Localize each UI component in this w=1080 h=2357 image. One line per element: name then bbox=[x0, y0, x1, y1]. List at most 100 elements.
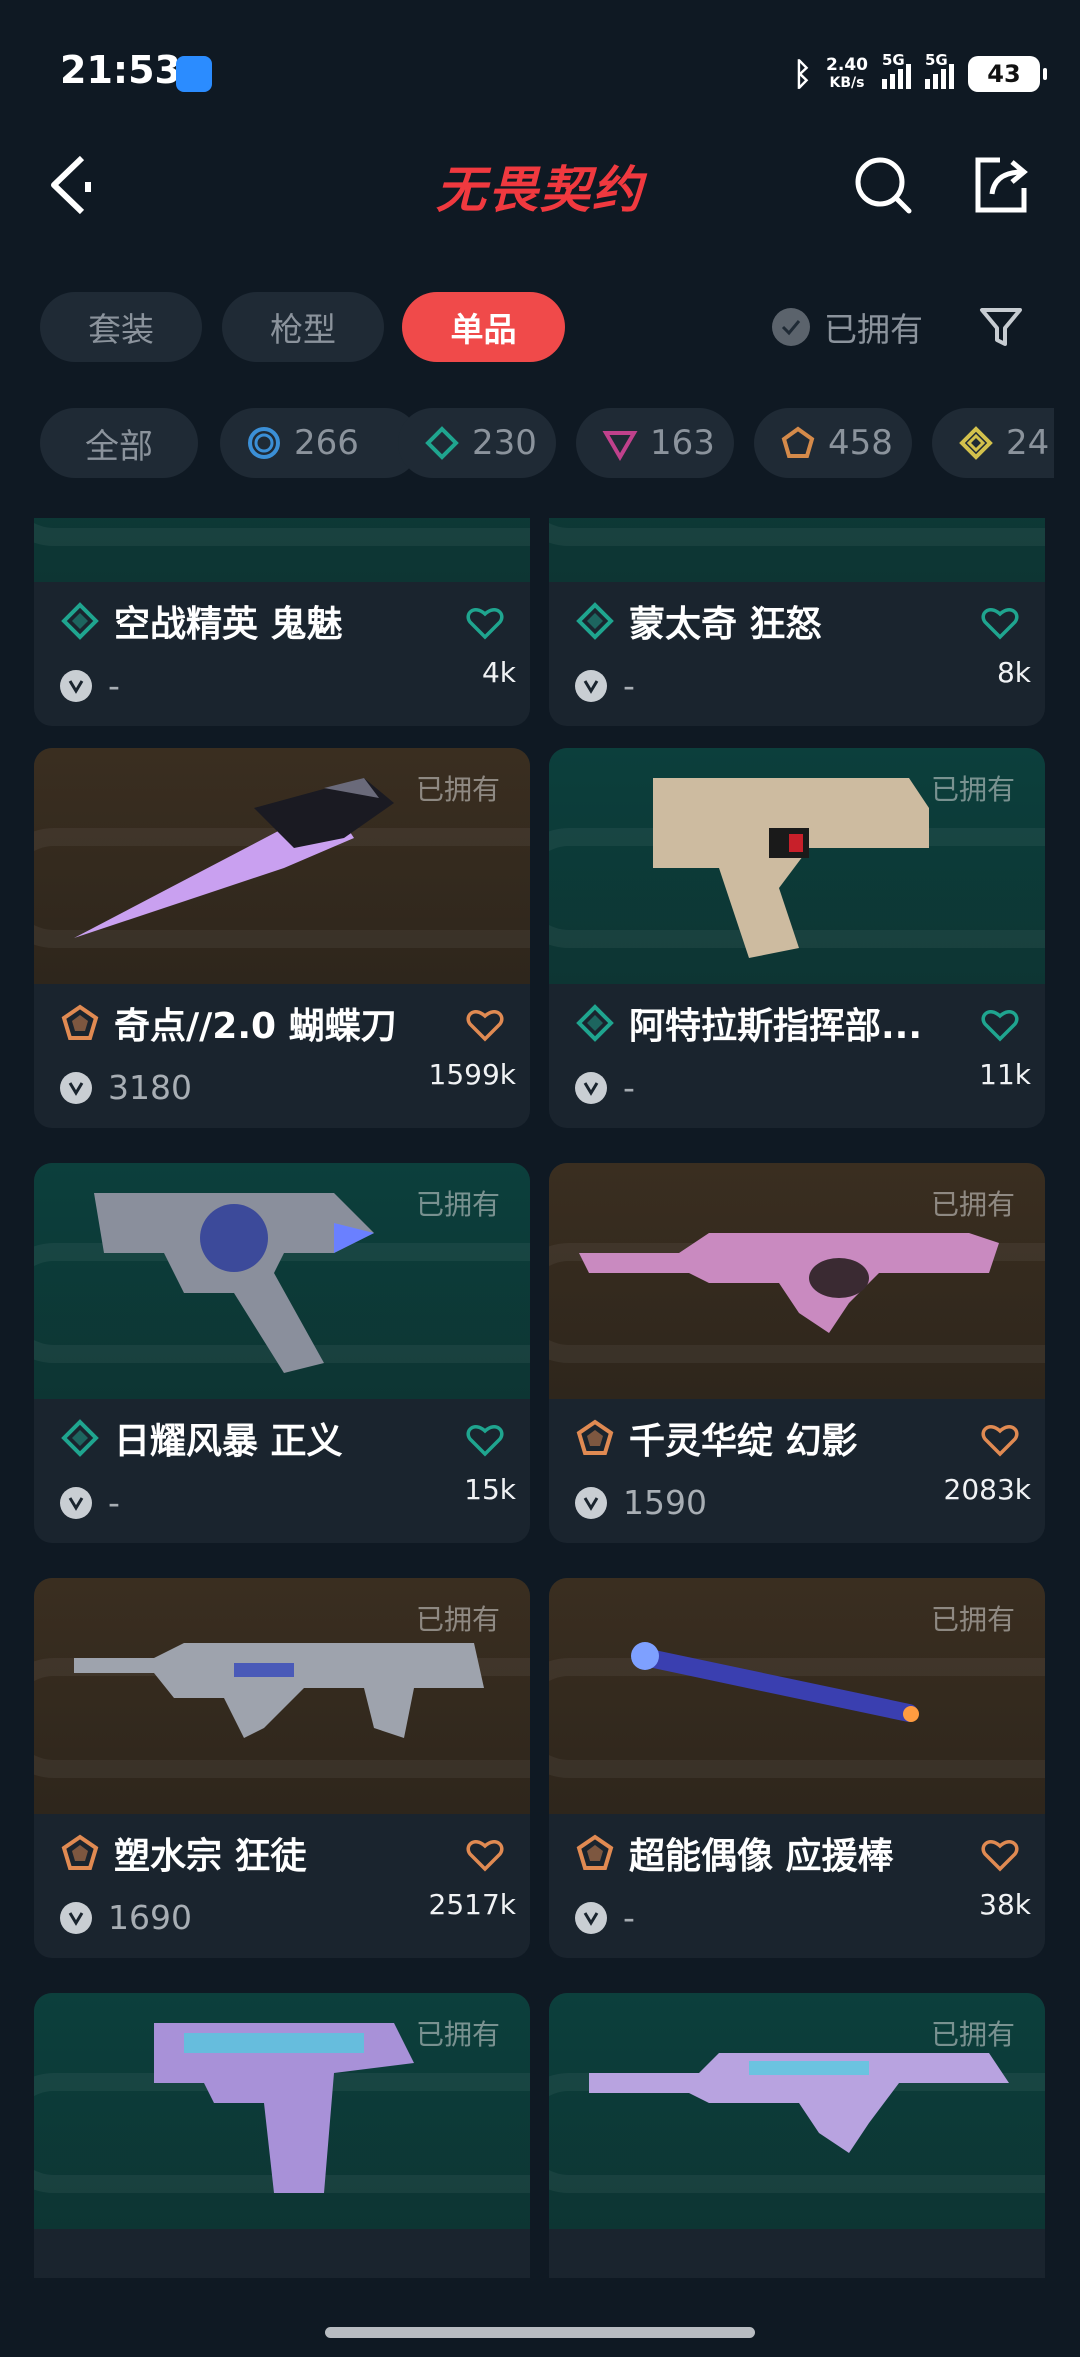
status-icons: ᛒ 2.40 KB/s 5G 5G 43 bbox=[792, 51, 1047, 96]
tab-suits[interactable]: 套装 bbox=[40, 292, 202, 362]
deluxe-rarity-icon bbox=[425, 426, 459, 460]
item-name: 空战精英 鬼魅 bbox=[114, 604, 343, 645]
status-bar: 21:53 ᛒ 2.40 KB/s 5G 5G 43 bbox=[0, 0, 1080, 130]
heart-icon[interactable] bbox=[981, 1421, 1019, 1457]
heart-icon[interactable] bbox=[466, 1836, 504, 1872]
item-name: 千灵华绽 幻影 bbox=[629, 1421, 858, 1462]
share-icon[interactable] bbox=[970, 154, 1032, 216]
item-price: - bbox=[108, 1483, 120, 1522]
tab-items[interactable]: 单品 bbox=[402, 292, 565, 362]
item-name: 日耀风暴 正义 bbox=[114, 1421, 343, 1462]
item-card[interactable]: 已拥有 奇点//2.0 蝴蝶刀 3180 1599k bbox=[34, 748, 530, 1128]
heart-icon[interactable] bbox=[981, 604, 1019, 640]
item-card[interactable]: 已拥有 阿特拉斯指挥部... - 11k bbox=[549, 748, 1045, 1128]
item-likes: 15k bbox=[464, 1473, 516, 1506]
item-likes: 38k bbox=[979, 1888, 1031, 1921]
rarity-filter-select[interactable]: 266 bbox=[220, 408, 420, 478]
item-card[interactable]: 已拥有 bbox=[549, 1993, 1045, 2278]
item-price: - bbox=[623, 1898, 635, 1937]
item-grid: 空战精英 鬼魅 - 4k 蒙太奇 狂怒 - 8k 已拥有 奇点//2.0 蝴蝶刀… bbox=[0, 518, 1080, 2278]
item-card[interactable]: 已拥有 bbox=[34, 1993, 530, 2278]
item-price: 1590 bbox=[623, 1483, 707, 1522]
title-bar: 无畏契约 bbox=[0, 140, 1080, 230]
deluxe-rarity-icon bbox=[61, 1419, 99, 1457]
item-card[interactable]: 空战精英 鬼魅 - 4k bbox=[34, 518, 530, 726]
owned-label: 已拥有 bbox=[415, 2018, 500, 2051]
heart-icon[interactable] bbox=[466, 604, 504, 640]
item-artwork bbox=[549, 518, 1045, 582]
item-card[interactable]: 蒙太奇 狂怒 - 8k bbox=[549, 518, 1045, 726]
rarity-filter-ultra[interactable]: 24 bbox=[932, 408, 1054, 478]
bluetooth-icon: ᛒ bbox=[792, 55, 813, 93]
exclusive-rarity-icon bbox=[61, 1834, 99, 1870]
item-name: 超能偶像 应援棒 bbox=[629, 1836, 894, 1877]
owned-label: 已拥有 bbox=[415, 773, 500, 806]
item-card[interactable]: 已拥有 千灵华绽 幻影 1590 2083k bbox=[549, 1163, 1045, 1543]
item-card[interactable]: 已拥有 超能偶像 应援棒 - 38k bbox=[549, 1578, 1045, 1958]
rarity-filter-premium[interactable]: 163 bbox=[576, 408, 734, 478]
check-icon bbox=[772, 308, 810, 346]
home-indicator[interactable] bbox=[325, 2327, 755, 2338]
deluxe-rarity-icon bbox=[61, 602, 99, 640]
ultra-rarity-icon bbox=[959, 426, 993, 460]
exclusive-rarity-icon bbox=[61, 1004, 99, 1040]
item-likes: 11k bbox=[979, 1058, 1031, 1091]
vp-currency-icon bbox=[60, 1071, 92, 1104]
owned-filter-label: 已拥有 bbox=[824, 310, 923, 349]
item-name: 阿特拉斯指挥部... bbox=[629, 1006, 923, 1047]
item-artwork: 已拥有 bbox=[34, 1163, 530, 1399]
item-likes: 1599k bbox=[428, 1058, 516, 1091]
heart-icon[interactable] bbox=[981, 1006, 1019, 1042]
premium-rarity-icon bbox=[602, 431, 638, 461]
network-speed: 2.40 KB/s bbox=[826, 55, 868, 91]
item-artwork: 已拥有 bbox=[549, 1993, 1045, 2229]
vp-currency-icon bbox=[575, 669, 607, 702]
page-title: 无畏契约 bbox=[436, 161, 644, 219]
search-icon[interactable] bbox=[852, 154, 914, 216]
item-card[interactable]: 已拥有 塑水宗 狂徒 1690 2517k bbox=[34, 1578, 530, 1958]
item-likes: 8k bbox=[996, 656, 1031, 689]
item-price: 1690 bbox=[108, 1898, 192, 1937]
owned-label: 已拥有 bbox=[930, 773, 1015, 806]
filter-icon[interactable] bbox=[978, 304, 1024, 350]
item-likes: 4k bbox=[481, 656, 516, 689]
select-rarity-icon bbox=[248, 427, 280, 459]
vp-currency-icon bbox=[60, 1901, 92, 1934]
owned-label: 已拥有 bbox=[930, 1188, 1015, 1221]
deluxe-rarity-icon bbox=[576, 602, 614, 640]
item-artwork: 已拥有 bbox=[549, 1578, 1045, 1814]
item-price: - bbox=[108, 666, 120, 705]
tab-weapon-types[interactable]: 枪型 bbox=[222, 292, 384, 362]
item-card[interactable]: 已拥有 日耀风暴 正义 - 15k bbox=[34, 1163, 530, 1543]
exclusive-rarity-icon bbox=[781, 426, 815, 458]
exclusive-rarity-icon bbox=[576, 1834, 614, 1870]
vp-currency-icon bbox=[60, 669, 92, 702]
item-name: 蒙太奇 狂怒 bbox=[629, 604, 822, 645]
owned-filter-toggle[interactable]: 已拥有 bbox=[772, 302, 923, 352]
signal-icon: 5G bbox=[925, 51, 954, 89]
owned-label: 已拥有 bbox=[415, 1603, 500, 1636]
vp-currency-icon bbox=[575, 1071, 607, 1104]
owned-label: 已拥有 bbox=[415, 1188, 500, 1221]
owned-label: 已拥有 bbox=[930, 1603, 1015, 1636]
rarity-filter-deluxe[interactable]: 230 bbox=[398, 408, 556, 478]
item-artwork: 已拥有 bbox=[34, 1993, 530, 2229]
heart-icon[interactable] bbox=[466, 1006, 504, 1042]
signal-icon: 5G bbox=[882, 51, 911, 89]
vp-currency-icon bbox=[575, 1901, 607, 1934]
deluxe-rarity-icon bbox=[576, 1004, 614, 1042]
battery-icon: 43 bbox=[968, 56, 1047, 92]
item-artwork bbox=[34, 518, 530, 582]
item-artwork: 已拥有 bbox=[549, 1163, 1045, 1399]
item-likes: 2083k bbox=[943, 1473, 1031, 1506]
owned-label: 已拥有 bbox=[930, 2018, 1015, 2051]
item-artwork: 已拥有 bbox=[34, 1578, 530, 1814]
rarity-filter-all[interactable]: 全部 bbox=[40, 408, 198, 478]
heart-icon[interactable] bbox=[981, 1836, 1019, 1872]
rarity-filter-exclusive[interactable]: 458 bbox=[754, 408, 912, 478]
item-name: 奇点//2.0 蝴蝶刀 bbox=[114, 1006, 397, 1047]
heart-icon[interactable] bbox=[466, 1421, 504, 1457]
app-notification-icon bbox=[176, 56, 212, 92]
item-artwork: 已拥有 bbox=[34, 748, 530, 984]
rarity-filter-row: 全部 266 230 163 458 24 bbox=[40, 408, 1054, 478]
